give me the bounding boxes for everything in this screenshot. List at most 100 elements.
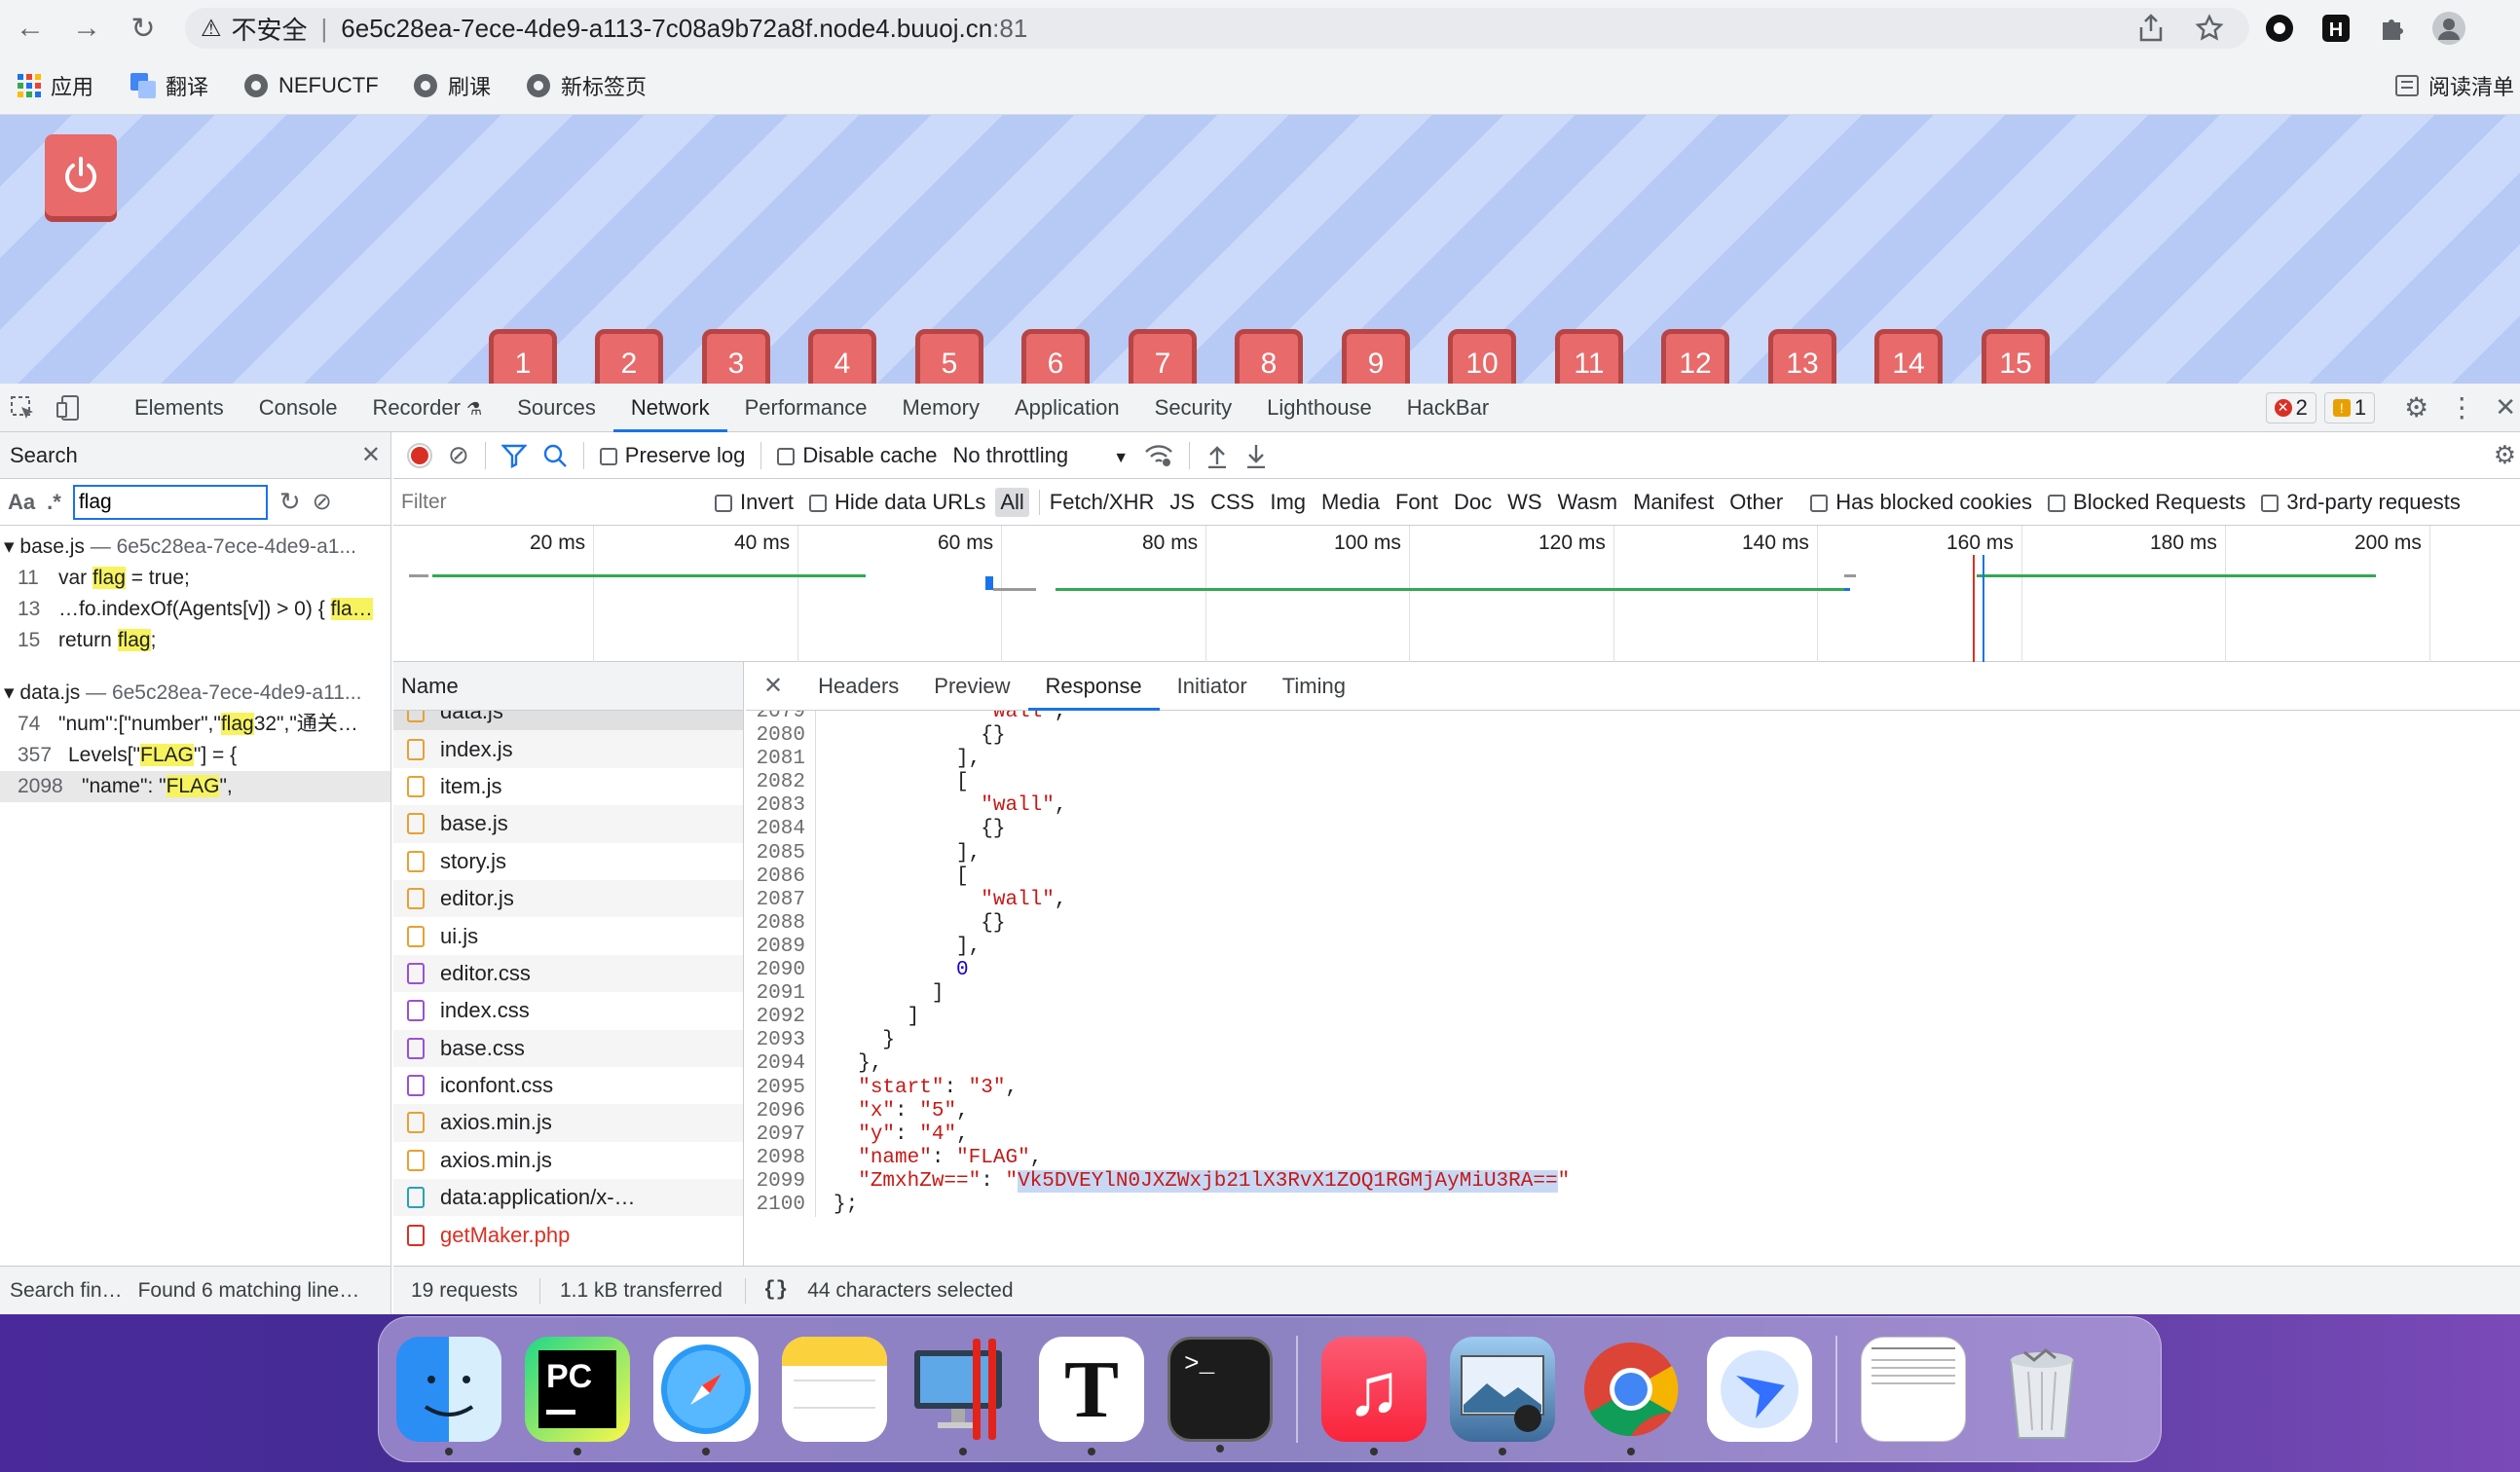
tab-lighthouse[interactable]: Lighthouse [1249, 384, 1390, 432]
type-filter-fetch-xhr[interactable]: Fetch/XHR [1050, 490, 1155, 515]
level-button-1[interactable]: 1 [489, 329, 557, 384]
search-result-line[interactable]: 15 return flag; [0, 625, 390, 656]
tab-preview[interactable]: Preview [916, 662, 1027, 711]
type-filter-all[interactable]: All [995, 487, 1029, 517]
reload-button[interactable]: ↻ [123, 8, 164, 49]
notes-icon[interactable] [782, 1337, 887, 1442]
finder-icon[interactable] [396, 1337, 501, 1455]
throttling-select[interactable]: No throttling ▼ [953, 443, 1130, 468]
request-row[interactable]: data.js [393, 711, 743, 731]
typora-icon[interactable]: T [1039, 1337, 1144, 1455]
tab-response[interactable]: Response [1027, 662, 1160, 711]
close-devtools-icon[interactable]: ✕ [2495, 392, 2516, 423]
network-conditions-icon[interactable] [1144, 443, 1173, 468]
trash-icon[interactable] [1989, 1337, 2094, 1442]
request-row[interactable]: axios.min.js [393, 1142, 743, 1179]
search-result-line[interactable]: 11 var flag = true; [0, 563, 390, 594]
search-result-file[interactable]: ▾ base.js — 6e5c28ea-7ece-4de9-a1... [0, 532, 390, 563]
chrome-icon[interactable] [1578, 1337, 1684, 1455]
tab-security[interactable]: Security [1137, 384, 1249, 432]
search-input[interactable] [72, 484, 268, 520]
timeline-overview[interactable]: 20 ms 40 ms 60 ms 80 ms 100 ms 120 ms 14… [393, 526, 2520, 662]
filter-input[interactable] [393, 482, 686, 522]
tab-application[interactable]: Application [997, 384, 1137, 432]
search-result-line[interactable]: 74 "num":["number","flag32","通关… [0, 709, 390, 740]
search-result-file[interactable]: ▾ data.js — 6e5c28ea-7ece-4de9-a11... [0, 678, 390, 709]
match-case-toggle[interactable]: Aa [8, 490, 35, 515]
settings-gear-icon[interactable]: ⚙ [2404, 391, 2428, 423]
search-icon[interactable] [542, 443, 568, 468]
clear-search-icon[interactable]: ⊘ [313, 488, 332, 516]
bookmark-apps[interactable]: 应用 [18, 68, 93, 103]
level-button-15[interactable]: 15 [1982, 329, 2050, 384]
level-button-13[interactable]: 13 [1768, 329, 1836, 384]
address-bar[interactable]: ⚠ 不安全 | 6e5c28ea-7ece-4de9-a113-7c08a9b7… [185, 8, 2249, 49]
request-row[interactable]: story.js [393, 843, 743, 880]
hide-data-urls-checkbox[interactable]: Hide data URLs [809, 490, 985, 515]
profile-avatar-icon[interactable] [2430, 10, 2467, 47]
type-filter-media[interactable]: Media [1321, 490, 1380, 515]
request-row[interactable]: axios.min.js [393, 1104, 743, 1142]
pycharm-icon[interactable]: PC [525, 1337, 630, 1455]
type-filter-font[interactable]: Font [1395, 490, 1438, 515]
request-row[interactable]: index.css [393, 992, 743, 1029]
forward-button[interactable]: → [66, 8, 107, 49]
type-filter-js[interactable]: JS [1169, 490, 1195, 515]
disable-cache-checkbox[interactable]: Disable cache [777, 443, 938, 468]
request-row[interactable]: base.css [393, 1029, 743, 1067]
search-result-line[interactable]: 357 Levels["FLAG"] = { [0, 740, 390, 771]
level-button-6[interactable]: 6 [1021, 329, 1090, 384]
export-har-icon[interactable] [1244, 443, 1268, 468]
level-button-12[interactable]: 12 [1661, 329, 1729, 384]
type-filter-img[interactable]: Img [1270, 490, 1306, 515]
clear-icon[interactable]: ⊘ [448, 440, 469, 470]
level-button-5[interactable]: 5 [915, 329, 983, 384]
bookmark-nefuctf[interactable]: NEFUCTF [243, 68, 379, 103]
music-icon[interactable]: ♫ [1321, 1337, 1427, 1455]
more-options-icon[interactable]: ⋮ [2448, 391, 2475, 423]
request-row[interactable]: item.js [393, 768, 743, 805]
name-column-header[interactable]: Name [393, 662, 743, 711]
request-row[interactable]: ui.js [393, 917, 743, 954]
bookmark-shuake[interactable]: 刷课 [413, 68, 491, 103]
level-button-3[interactable]: 3 [702, 329, 770, 384]
request-row[interactable]: editor.css [393, 954, 743, 993]
tab-headers[interactable]: Headers [800, 662, 916, 711]
power-button[interactable] [45, 134, 117, 216]
request-row[interactable]: base.js [393, 805, 743, 843]
extension-circle-icon[interactable] [2261, 10, 2298, 47]
level-button-4[interactable]: 4 [808, 329, 876, 384]
record-button[interactable] [407, 442, 432, 468]
level-button-9[interactable]: 9 [1342, 329, 1410, 384]
tab-initiator[interactable]: Initiator [1160, 662, 1265, 711]
level-button-2[interactable]: 2 [595, 329, 663, 384]
reading-list[interactable]: 阅读清单 [2395, 68, 2514, 103]
refresh-search-icon[interactable]: ↻ [279, 487, 301, 517]
bookmark-translate[interactable]: 翻译 [130, 68, 208, 103]
third-party-checkbox[interactable]: 3rd-party requests [2261, 490, 2461, 515]
tab-sources[interactable]: Sources [500, 384, 613, 432]
type-filter-manifest[interactable]: Manifest [1633, 490, 1714, 515]
tab-network[interactable]: Network [612, 384, 727, 432]
response-code-viewer[interactable]: 2079 "wall", 2080 {} 2081 ], 2082 [2083 "wa… [746, 711, 2520, 1266]
network-settings-icon[interactable]: ⚙ [2494, 440, 2516, 470]
level-button-10[interactable]: 10 [1448, 329, 1516, 384]
tab-memory[interactable]: Memory [885, 384, 997, 432]
type-filter-other[interactable]: Other [1729, 490, 1783, 515]
regex-toggle[interactable]: .* [47, 490, 61, 515]
blocked-requests-checkbox[interactable]: Blocked Requests [2048, 490, 2245, 515]
share-icon[interactable] [2132, 10, 2169, 47]
close-search-icon[interactable]: ✕ [361, 441, 381, 469]
close-detail-icon[interactable]: ✕ [746, 672, 800, 700]
warning-badge[interactable]: ! 1 [2323, 391, 2376, 423]
tab-recorder[interactable]: Recorder ⚗ [354, 384, 500, 432]
type-filter-doc[interactable]: Doc [1454, 490, 1492, 515]
back-button[interactable]: ← [10, 8, 51, 49]
extension-h-icon[interactable]: H [2317, 10, 2354, 47]
type-filter-wasm[interactable]: Wasm [1558, 490, 1618, 515]
extensions-puzzle-icon[interactable] [2374, 10, 2411, 47]
tab-console[interactable]: Console [241, 384, 355, 432]
type-filter-css[interactable]: CSS [1210, 490, 1254, 515]
filter-funnel-icon[interactable] [500, 443, 527, 468]
feishu-icon[interactable] [1707, 1337, 1812, 1442]
